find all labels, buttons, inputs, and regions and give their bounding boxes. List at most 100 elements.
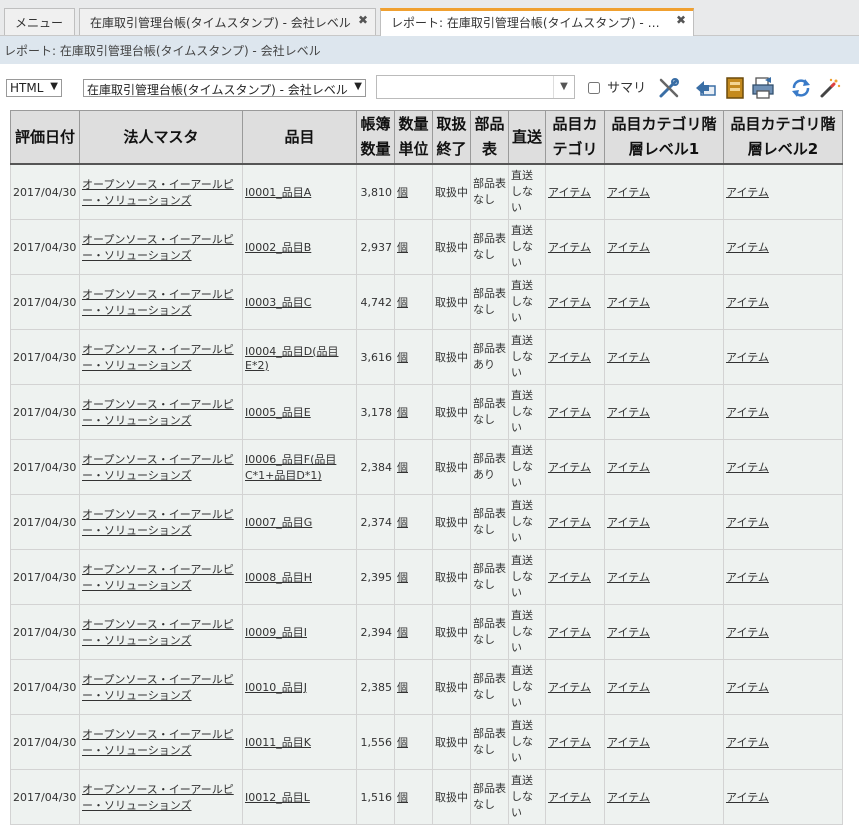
tools-icon[interactable]	[657, 76, 681, 100]
cell-category-level1-link[interactable]: アイテム	[607, 681, 650, 694]
cell-category-level2-link[interactable]: アイテム	[726, 626, 769, 639]
cell-item-category-link[interactable]: アイテム	[548, 791, 591, 804]
col-header-qty-unit[interactable]: 数量単位	[394, 110, 433, 165]
tab-menu[interactable]: メニュー	[4, 8, 75, 35]
cell-category-level2-link[interactable]: アイテム	[726, 791, 769, 804]
cell-item-category-link[interactable]: アイテム	[548, 736, 591, 749]
cell-entity-link[interactable]: オープンソース・イーアールピー・ソリューションズ	[82, 728, 234, 757]
cell-category-level1-link[interactable]: アイテム	[607, 241, 650, 254]
cell-category-level2-link[interactable]: アイテム	[726, 736, 769, 749]
cell-category-level2-link[interactable]: アイテム	[726, 296, 769, 309]
cell-entity-link[interactable]: オープンソース・イーアールピー・ソリューションズ	[82, 453, 234, 482]
cell-entity-link[interactable]: オープンソース・イーアールピー・ソリューションズ	[82, 178, 234, 207]
cell-qty-unit-link[interactable]: 個	[397, 351, 408, 364]
upload-arrow-icon[interactable]	[694, 76, 718, 100]
export-sheet-icon[interactable]	[723, 76, 747, 100]
cell-item-category-link[interactable]: アイテム	[548, 241, 591, 254]
cell-qty-unit-link[interactable]: 個	[397, 791, 408, 804]
cell-category-level1-link[interactable]: アイテム	[607, 461, 650, 474]
cell-item-link[interactable]: I0005_品目E	[245, 406, 311, 419]
cell-category-level1-link[interactable]: アイテム	[607, 351, 650, 364]
cell-item-link[interactable]: I0010_品目J	[245, 681, 307, 694]
cell-item-category-link[interactable]: アイテム	[548, 626, 591, 639]
col-header-category-level1[interactable]: 品目カテゴリ階層レベル1	[604, 110, 724, 165]
cell-item-link[interactable]: I0007_品目G	[245, 516, 312, 529]
magic-wand-icon[interactable]	[818, 76, 842, 100]
tab-report[interactable]: レポート: 在庫取引管理台帳(タイムスタンプ) - 会... ✖	[380, 8, 694, 36]
col-header-item[interactable]: 品目	[242, 110, 357, 165]
cell-item-category-link[interactable]: アイテム	[548, 406, 591, 419]
col-header-bom[interactable]: 部品表	[470, 110, 509, 165]
cell-item-link[interactable]: I0003_品目C	[245, 296, 311, 309]
cell-category-level1-link[interactable]: アイテム	[607, 736, 650, 749]
cell-entity-link[interactable]: オープンソース・イーアールピー・ソリューションズ	[82, 618, 234, 647]
col-header-category-level2[interactable]: 品目カテゴリ階層レベル2	[723, 110, 843, 165]
cell-category-level2-link[interactable]: アイテム	[726, 461, 769, 474]
cell-entity-link[interactable]: オープンソース・イーアールピー・ソリューションズ	[82, 233, 234, 262]
chevron-down-icon[interactable]: ▼	[553, 76, 574, 98]
cell-qty-unit-link[interactable]: 個	[397, 241, 408, 254]
cell-item-link[interactable]: I0008_品目H	[245, 571, 312, 584]
tab-ledger[interactable]: 在庫取引管理台帳(タイムスタンプ) - 会社レベル ✖	[79, 8, 376, 35]
cell-category-level2-link[interactable]: アイテム	[726, 351, 769, 364]
cell-qty-unit-link[interactable]: 個	[397, 406, 408, 419]
cell-qty-unit-link[interactable]: 個	[397, 296, 408, 309]
cell-qty-unit-link[interactable]: 個	[397, 186, 408, 199]
cell-item-category-link[interactable]: アイテム	[548, 296, 591, 309]
cell-entity-link[interactable]: オープンソース・イーアールピー・ソリューションズ	[82, 508, 234, 537]
col-header-discontinued[interactable]: 取扱終了	[432, 110, 471, 165]
cell-category-level2-link[interactable]: アイテム	[726, 681, 769, 694]
cell-entity-link[interactable]: オープンソース・イーアールピー・ソリューションズ	[82, 398, 234, 427]
cell-item-link[interactable]: I0012_品目L	[245, 791, 310, 804]
cell-category-level1-link[interactable]: アイテム	[607, 571, 650, 584]
cell-category-level1-link[interactable]: アイテム	[607, 791, 650, 804]
cell-entity-link[interactable]: オープンソース・イーアールピー・ソリューションズ	[82, 563, 234, 592]
cell-category-level1-link[interactable]: アイテム	[607, 186, 650, 199]
col-header-direct-ship[interactable]: 直送	[508, 110, 546, 165]
cell-qty-unit-link[interactable]: 個	[397, 626, 408, 639]
cell-item-category-link[interactable]: アイテム	[548, 461, 591, 474]
cell-qty-unit-link[interactable]: 個	[397, 736, 408, 749]
cell-item-link[interactable]: I0001_品目A	[245, 186, 311, 199]
cell-item-link[interactable]: I0002_品目B	[245, 241, 311, 254]
cell-category-level1-link[interactable]: アイテム	[607, 406, 650, 419]
close-icon[interactable]: ✖	[676, 13, 686, 27]
col-header-entity[interactable]: 法人マスタ	[79, 110, 243, 165]
cell-qty-unit-link[interactable]: 個	[397, 461, 408, 474]
cell-entity-link[interactable]: オープンソース・イーアールピー・ソリューションズ	[82, 673, 234, 702]
cell-qty-unit-link[interactable]: 個	[397, 681, 408, 694]
cell-item-category-link[interactable]: アイテム	[548, 351, 591, 364]
cell-qty-unit-link[interactable]: 個	[397, 516, 408, 529]
cell-item-category-link[interactable]: アイテム	[548, 681, 591, 694]
col-header-item-category[interactable]: 品目カテゴリ	[545, 110, 605, 165]
cell-category-level2-link[interactable]: アイテム	[726, 406, 769, 419]
cell-item-category-link[interactable]: アイテム	[548, 571, 591, 584]
col-header-book-qty[interactable]: 帳簿数量	[356, 110, 395, 165]
cell-entity-link[interactable]: オープンソース・イーアールピー・ソリューションズ	[82, 288, 234, 317]
cell-item-category-link[interactable]: アイテム	[548, 186, 591, 199]
cell-item-link[interactable]: I0009_品目I	[245, 626, 307, 639]
print-icon[interactable]	[751, 76, 775, 100]
cell-item-category-link[interactable]: アイテム	[548, 516, 591, 529]
cell-category-level1-link[interactable]: アイテム	[607, 626, 650, 639]
cell-item-link[interactable]: I0006_品目F(品目C*1+品目D*1)	[245, 453, 336, 482]
cell-item-link[interactable]: I0004_品目D(品目E*2)	[245, 345, 339, 372]
close-icon[interactable]: ✖	[358, 13, 368, 27]
col-header-eval-date[interactable]: 評価日付	[10, 110, 80, 165]
filter-combo[interactable]: ▼	[376, 75, 575, 99]
cell-category-level2-link[interactable]: アイテム	[726, 241, 769, 254]
cell-qty-unit-link[interactable]: 個	[397, 571, 408, 584]
summary-checkbox[interactable]	[588, 82, 600, 94]
cell-entity-link[interactable]: オープンソース・イーアールピー・ソリューションズ	[82, 783, 234, 812]
refresh-icon[interactable]	[789, 76, 813, 100]
format-select[interactable]: HTML ▼	[6, 79, 62, 97]
cell-item-link[interactable]: I0011_品目K	[245, 736, 311, 749]
cell-category-level1-link[interactable]: アイテム	[607, 296, 650, 309]
summary-toggle[interactable]: サマリ	[588, 77, 646, 96]
cell-category-level2-link[interactable]: アイテム	[726, 186, 769, 199]
cell-category-level2-link[interactable]: アイテム	[726, 571, 769, 584]
report-select[interactable]: 在庫取引管理台帳(タイムスタンプ) - 会社レベル ▼	[83, 79, 366, 97]
cell-category-level2-link[interactable]: アイテム	[726, 516, 769, 529]
cell-category-level1-link[interactable]: アイテム	[607, 516, 650, 529]
cell-entity-link[interactable]: オープンソース・イーアールピー・ソリューションズ	[82, 343, 234, 372]
